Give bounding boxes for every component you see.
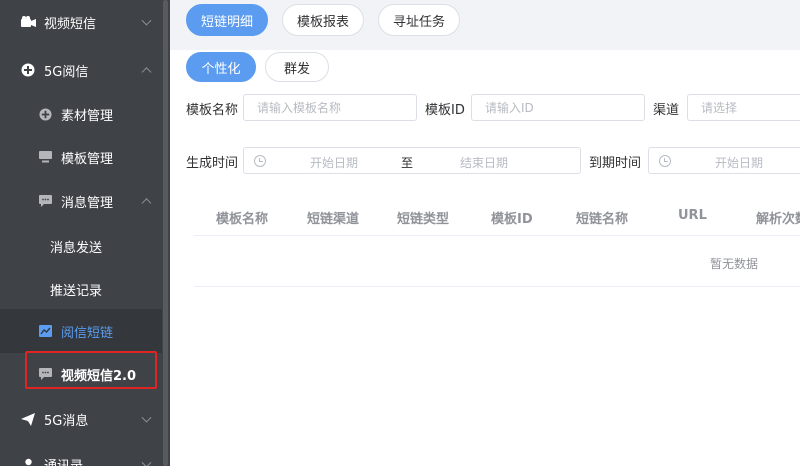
end-date-input[interactable]: 结束日期 bbox=[460, 154, 508, 171]
created-time-range-picker[interactable]: 开始日期 至 结束日期 bbox=[243, 147, 581, 174]
clock-icon bbox=[254, 155, 266, 167]
clock-icon bbox=[659, 155, 671, 167]
range-separator: 至 bbox=[401, 156, 414, 170]
sidebar-item-template[interactable]: 模板管理 bbox=[0, 135, 162, 179]
sidebar-item-label: 5G消息 bbox=[44, 413, 89, 429]
sidebar-item-label: 消息发送 bbox=[50, 240, 103, 256]
sidebar-item-5g-message[interactable]: 5G消息 bbox=[0, 397, 162, 441]
expire-time-label: 到期时间 bbox=[589, 156, 642, 171]
sidebar-item-label: 推送记录 bbox=[50, 283, 103, 299]
main-content: 短链明细 模板报表 寻址任务 个性化 群发 模板名称 请输入模板名称 模板ID … bbox=[170, 0, 800, 466]
template-id-label: 模板ID bbox=[425, 103, 465, 118]
tab-bar: 短链明细 模板报表 寻址任务 bbox=[170, 0, 800, 50]
channel-select[interactable]: 请选择 bbox=[687, 94, 800, 121]
sidebar-item-label: 素材管理 bbox=[61, 108, 114, 124]
chevron-up-icon bbox=[141, 67, 152, 78]
monitor-icon bbox=[37, 149, 53, 165]
column-header: 模板ID bbox=[491, 212, 533, 227]
template-name-input[interactable]: 请输入模板名称 bbox=[243, 94, 417, 121]
start-date-input[interactable]: 开始日期 bbox=[715, 154, 763, 171]
subtab-personalized[interactable]: 个性化 bbox=[186, 52, 256, 82]
sidebar-item-message-mgmt[interactable]: 消息管理 bbox=[0, 179, 162, 223]
sidebar-item-video-sms[interactable]: 视频短信 bbox=[0, 0, 162, 44]
sidebar-item-contacts[interactable]: 通讯录 bbox=[0, 442, 162, 466]
chat-icon bbox=[37, 193, 53, 209]
sidebar-item-label: 视频短信 bbox=[44, 16, 97, 32]
sidebar-item-label: 模板管理 bbox=[61, 151, 114, 167]
plus-circle-icon bbox=[20, 62, 36, 78]
table-body-divider bbox=[194, 286, 800, 287]
highlight-annotation bbox=[25, 351, 157, 389]
tab-template-report[interactable]: 模板报表 bbox=[282, 4, 364, 36]
tab-short-link-detail[interactable]: 短链明细 bbox=[186, 4, 268, 36]
table-header-divider bbox=[194, 235, 800, 236]
channel-label: 渠道 bbox=[653, 103, 680, 118]
sidebar: 视频短信 5G阅信 素材管理 模板管理 消息管理 消息发送 推送记录 阅信短链 … bbox=[0, 0, 170, 466]
sidebar-item-read-short-link[interactable]: 阅信短链 bbox=[0, 309, 162, 353]
sidebar-item-send-message[interactable]: 消息发送 bbox=[0, 224, 162, 268]
column-header: 解析次数 bbox=[756, 212, 800, 227]
sidebar-item-label: 5G阅信 bbox=[44, 64, 89, 80]
template-name-label: 模板名称 bbox=[186, 103, 239, 118]
plus-circle-icon bbox=[37, 106, 53, 122]
start-date-input[interactable]: 开始日期 bbox=[310, 154, 358, 171]
paper-plane-icon bbox=[20, 411, 36, 427]
sidebar-scrollbar[interactable] bbox=[163, 0, 168, 466]
chevron-down-icon bbox=[141, 457, 152, 466]
sidebar-item-5g-read-msg[interactable]: 5G阅信 bbox=[0, 48, 162, 92]
chevron-down-icon bbox=[141, 15, 152, 26]
sidebar-item-material[interactable]: 素材管理 bbox=[0, 92, 162, 136]
column-header: 短链名称 bbox=[576, 212, 629, 227]
contacts-icon bbox=[20, 456, 36, 466]
column-header: 模板名称 bbox=[216, 212, 269, 227]
chevron-up-icon bbox=[141, 198, 152, 209]
column-header: 短链类型 bbox=[397, 212, 450, 227]
sidebar-item-label: 通讯录 bbox=[44, 458, 84, 466]
subtab-mass-send[interactable]: 群发 bbox=[265, 52, 329, 82]
column-header: 短链渠道 bbox=[307, 212, 360, 227]
tab-addressing-task[interactable]: 寻址任务 bbox=[378, 4, 460, 36]
video-camera-icon bbox=[20, 14, 36, 30]
created-time-label: 生成时间 bbox=[186, 156, 239, 171]
trend-chart-icon bbox=[37, 323, 53, 339]
empty-state-text: 暂无数据 bbox=[710, 257, 759, 271]
sidebar-item-label: 消息管理 bbox=[61, 195, 114, 211]
chevron-down-icon bbox=[141, 412, 152, 423]
sidebar-item-push-records[interactable]: 推送记录 bbox=[0, 267, 162, 311]
sidebar-item-label: 阅信短链 bbox=[61, 325, 114, 341]
template-id-input[interactable]: 请输入ID bbox=[471, 94, 645, 121]
expire-time-range-picker[interactable]: 开始日期 bbox=[648, 147, 800, 174]
column-header: URL bbox=[678, 208, 707, 223]
